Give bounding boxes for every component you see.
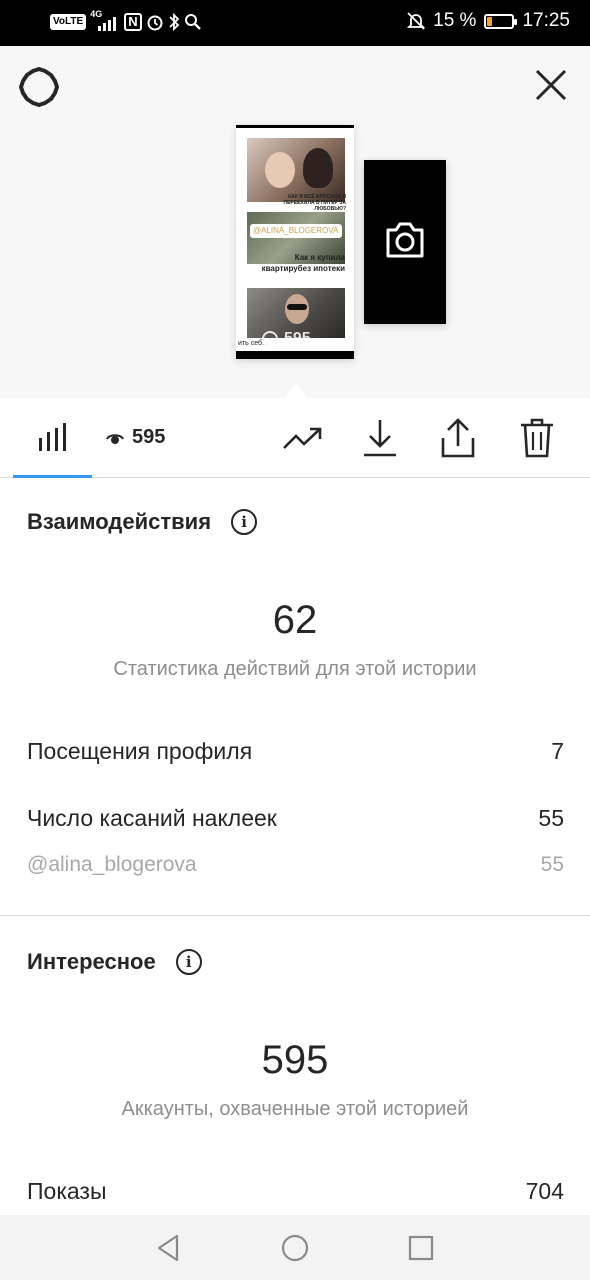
delete-button[interactable] <box>515 416 559 460</box>
status-bar: VoLTE 4G N 15 % 17:25 <box>0 0 590 46</box>
story-thumb-view-count: 595 <box>284 330 311 347</box>
back-nav-icon <box>157 1234 179 1262</box>
add-story-card[interactable] <box>364 160 446 324</box>
home-nav-icon <box>281 1234 309 1262</box>
clock: 17:25 <box>522 10 570 31</box>
section-divider <box>0 915 590 916</box>
volte-badge: VoLTE <box>50 14 87 30</box>
insights-toolbar: 595 <box>0 398 590 478</box>
story-caption-1: КАК Я ВСЁ БРОСИЛА И ПЕРЕЕХАЛА В ПИТЕР ЗА… <box>283 194 347 212</box>
story-thumb-views: 595 <box>262 330 311 348</box>
tab-viewers[interactable]: 595 <box>106 426 165 449</box>
row-label: @alina_blogerova <box>27 853 197 876</box>
interactions-section-title: Взаимодействия i <box>27 509 258 535</box>
sticker-taps-row: Число касаний наклеек 55 <box>27 805 564 832</box>
story-mention-tag: @ALINA_BLOGEROVA <box>250 224 342 238</box>
row-value: 55 <box>538 805 564 831</box>
alarm-icon <box>147 15 163 31</box>
info-icon[interactable]: i <box>175 949 202 975</box>
row-label: Показы <box>27 1178 107 1204</box>
promote-button[interactable] <box>280 416 324 460</box>
story-preview-area: КАК Я ВСЁ БРОСИЛА И ПЕРЕЕХАЛА В ПИТЕР ЗА… <box>0 46 590 399</box>
trending-icon <box>283 427 322 449</box>
close-button[interactable] <box>534 68 568 102</box>
bluetooth-icon <box>168 12 179 32</box>
trash-icon <box>521 418 553 458</box>
battery-percent: 15 % <box>433 10 477 31</box>
row-label: Число касаний наклеек <box>27 805 277 831</box>
row-value: 7 <box>551 738 564 764</box>
thumb-eye-icon <box>262 331 278 347</box>
share-button[interactable] <box>436 416 480 460</box>
status-left-icons: VoLTE 4G N <box>50 9 202 33</box>
views-count: 595 <box>132 426 166 448</box>
discovery-section-title: Интересное i <box>27 949 202 975</box>
back-nav-button[interactable] <box>154 1233 184 1263</box>
nfc-icon: N <box>124 13 142 31</box>
row-value: 704 <box>525 1178 564 1204</box>
download-button[interactable] <box>358 416 402 460</box>
interactions-caption: Статистика действий для этой истории <box>113 658 477 680</box>
story-caption-2: Как я купила квартирубез ипотеки <box>261 253 345 273</box>
bar-chart-icon <box>39 423 66 451</box>
reach-total: 595 <box>261 1038 329 1082</box>
search-status-icon <box>184 14 201 30</box>
battery-icon <box>484 13 518 29</box>
story-photo-couple <box>247 138 345 202</box>
tab-insights[interactable] <box>13 398 92 478</box>
close-icon <box>535 69 567 101</box>
interactions-total: 62 <box>272 598 318 642</box>
download-icon <box>364 420 396 457</box>
discovery-title: Интересное <box>27 949 156 974</box>
share-icon <box>441 418 475 458</box>
row-value: 55 <box>540 853 564 876</box>
preview-pointer <box>284 383 308 399</box>
bell-off-icon <box>407 12 426 30</box>
profile-visits-row: Посещения профиля 7 <box>27 738 564 765</box>
system-navigation-bar <box>0 1215 590 1280</box>
row-label: Посещения профиля <box>27 738 253 764</box>
recents-nav-icon <box>408 1235 434 1261</box>
status-right-icons: 15 % 17:25 <box>407 10 570 32</box>
impressions-row: Показы 704 <box>27 1178 564 1205</box>
camera-icon <box>386 222 424 258</box>
reach-caption: Аккаунты, охваченные этой историей <box>121 1098 469 1120</box>
settings-icon <box>19 67 59 107</box>
story-thumbnail[interactable]: КАК Я ВСЁ БРОСИЛА И ПЕРЕЕХАЛА В ПИТЕР ЗА… <box>236 125 354 359</box>
mention-sticker-row[interactable]: @alina_blogerova 55 <box>27 853 564 877</box>
signal-icon: 4G <box>90 9 120 33</box>
eye-icon <box>106 433 124 444</box>
interactions-title: Взаимодействия <box>27 509 212 534</box>
settings-button[interactable] <box>18 66 60 108</box>
home-nav-button[interactable] <box>280 1233 310 1263</box>
info-icon[interactable]: i <box>231 509 258 535</box>
recents-nav-button[interactable] <box>406 1233 436 1263</box>
